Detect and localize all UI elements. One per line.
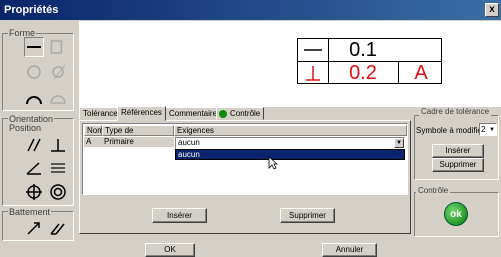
feature-control-frame: 0.1 0.2 A: [297, 38, 442, 84]
flatness-icon[interactable]: [48, 37, 68, 57]
title-bar: Propriétés x: [0, 0, 501, 20]
column-header-nom[interactable]: Nom: [84, 125, 104, 136]
ok-check-icon[interactable]: ok: [444, 202, 468, 226]
annuler-button[interactable]: Annuler: [322, 243, 377, 257]
window-title: Propriétés: [4, 4, 59, 16]
straightness-icon[interactable]: [24, 37, 44, 57]
tab-references[interactable]: Références: [117, 106, 166, 121]
perpendicularity-symbol-icon: [298, 62, 328, 84]
surface-profile-icon[interactable]: [48, 88, 68, 108]
symbole-value: 2: [481, 125, 486, 134]
symmetry-icon[interactable]: [48, 158, 68, 178]
perpendicularity-icon[interactable]: [48, 135, 68, 155]
position-icon[interactable]: [24, 182, 44, 202]
tab-controle[interactable]: Contrôle: [216, 107, 265, 120]
total-runout-icon[interactable]: [48, 218, 68, 238]
dropdown-option[interactable]: aucun: [175, 149, 405, 160]
preview-area: 0.1 0.2 A: [79, 21, 501, 107]
inserer-button[interactable]: Insérer: [152, 208, 207, 223]
cursor-icon: [268, 156, 279, 173]
combo-value: aucun: [178, 138, 200, 147]
chevron-down-icon[interactable]: ▼: [394, 138, 404, 148]
column-header-exigences[interactable]: Exigences: [174, 125, 407, 136]
cylindricity-icon[interactable]: [48, 62, 68, 82]
battement-label: Battement: [8, 207, 52, 217]
tolerance-value-2: 0.2: [349, 61, 377, 84]
datum-reference: A: [414, 61, 428, 84]
ok-button[interactable]: OK: [145, 243, 195, 257]
controle-tab-icon: [219, 110, 227, 118]
angularity-icon[interactable]: [24, 158, 44, 178]
symbole-select[interactable]: 2 ▼: [479, 123, 497, 136]
circularity-icon[interactable]: [24, 62, 44, 82]
parallelism-icon[interactable]: [24, 135, 44, 155]
concentricity-icon[interactable]: [48, 182, 68, 202]
cadre-supprimer-button[interactable]: Supprimer: [432, 158, 484, 172]
column-header-type[interactable]: Type de références: [102, 125, 174, 145]
supprimer-button[interactable]: Supprimer: [280, 208, 335, 223]
position-label: Position: [8, 123, 43, 133]
cadre-inserer-button[interactable]: Insérer: [432, 144, 484, 158]
straightness-symbol-icon: [298, 39, 328, 61]
symbole-label: Symbole à modifier: [416, 126, 485, 135]
line-profile-icon[interactable]: [24, 88, 44, 108]
tolerance-value-1: 0.1: [349, 38, 377, 61]
circular-runout-icon[interactable]: [24, 218, 44, 238]
tab-controle-label: Contrôle: [230, 109, 261, 118]
chevron-down-icon: ▼: [489, 127, 495, 133]
cell-type[interactable]: Primaire: [102, 137, 174, 147]
close-button[interactable]: x: [485, 3, 499, 17]
cell-nom[interactable]: A: [84, 137, 102, 147]
controle-title: Contrôle: [416, 186, 451, 195]
exigence-combobox[interactable]: aucun ▼: [175, 137, 405, 149]
cadre-tolerance-title: Cadre de tolérance: [419, 107, 492, 116]
tab-tolerance[interactable]: Tolérance: [79, 107, 122, 120]
